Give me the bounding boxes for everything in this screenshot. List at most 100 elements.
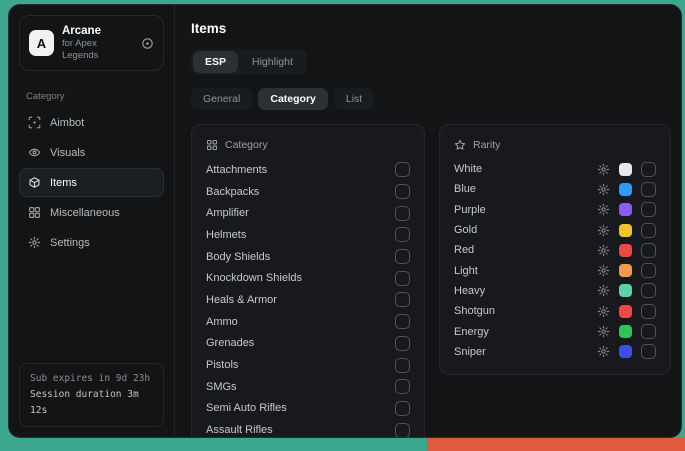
crosshair-icon	[28, 116, 41, 129]
category-checkbox[interactable]	[395, 379, 410, 394]
rarity-row-label: Heavy	[454, 285, 485, 297]
category-checkbox[interactable]	[395, 336, 410, 351]
arcane-window: A Arcane for Apex Legends Category Aimbo…	[8, 4, 682, 438]
rarity-color-swatch[interactable]	[619, 284, 632, 297]
category-checkbox[interactable]	[395, 271, 410, 286]
rarity-color-swatch[interactable]	[619, 244, 632, 257]
sidebar-item-aimbot[interactable]: Aimbot	[19, 108, 164, 137]
grid-dashed-icon	[206, 139, 218, 151]
category-panel: Category Attachments Backpacks Amplifier…	[191, 124, 425, 438]
category-checkbox[interactable]	[395, 358, 410, 373]
rarity-checkbox[interactable]	[641, 223, 656, 238]
circle-dot-icon[interactable]	[141, 37, 154, 50]
main-content: Items ESPHighlight General Category List C…	[175, 5, 682, 437]
mode-highlight-button[interactable]: Highlight	[240, 51, 305, 73]
rarity-settings-gear-icon[interactable]	[597, 183, 610, 196]
star-icon	[454, 139, 466, 151]
category-checkbox[interactable]	[395, 162, 410, 177]
rarity-color-swatch[interactable]	[619, 325, 632, 338]
sidebar-item-items[interactable]: Items	[19, 168, 164, 197]
rarity-rows: White Blue Purple Gold Red	[454, 159, 656, 362]
rarity-color-swatch[interactable]	[619, 163, 632, 176]
category-row-label: Helmets	[206, 229, 246, 241]
rarity-checkbox[interactable]	[641, 182, 656, 197]
rarity-color-swatch[interactable]	[619, 264, 632, 277]
sidebar-item-label: Settings	[50, 237, 90, 249]
rarity-settings-gear-icon[interactable]	[597, 244, 610, 257]
category-checkbox[interactable]	[395, 206, 410, 221]
sidebar-nav: Aimbot Visuals Items Miscellaneous Setti…	[9, 108, 174, 257]
rarity-settings-gear-icon[interactable]	[597, 224, 610, 237]
rarity-settings-gear-icon[interactable]	[597, 325, 610, 338]
category-row-smgs: SMGs	[206, 376, 410, 398]
rarity-row-label: Energy	[454, 326, 489, 338]
rarity-row-heavy: Heavy	[454, 281, 656, 301]
category-row-heals-armor: Heals & Armor	[206, 289, 410, 311]
category-row-ammo: Ammo	[206, 311, 410, 333]
rarity-checkbox[interactable]	[641, 243, 656, 258]
rarity-row-label: White	[454, 163, 482, 175]
rarity-settings-gear-icon[interactable]	[597, 203, 610, 216]
category-row-assault-rifles: Assault Rifles	[206, 419, 410, 438]
mode-esp-button[interactable]: ESP	[193, 51, 238, 73]
eye-icon	[28, 146, 41, 159]
rarity-checkbox[interactable]	[641, 263, 656, 278]
category-checkbox[interactable]	[395, 314, 410, 329]
sidebar-item-label: Items	[50, 177, 77, 189]
rarity-checkbox[interactable]	[641, 304, 656, 319]
sidebar-item-visuals[interactable]: Visuals	[19, 138, 164, 167]
rarity-row-white: White	[454, 159, 656, 179]
rarity-row-gold: Gold	[454, 220, 656, 240]
sub-expiry-text: Sub expires in 9d 23h	[30, 371, 153, 387]
rarity-settings-gear-icon[interactable]	[597, 264, 610, 277]
category-panel-title: Category	[225, 139, 268, 151]
category-checkbox[interactable]	[395, 292, 410, 307]
page-title: Items	[191, 21, 671, 36]
package-icon	[28, 176, 41, 189]
category-row-amplifier: Amplifier	[206, 202, 410, 224]
category-checkbox[interactable]	[395, 227, 410, 242]
sidebar-section-label: Category	[26, 91, 174, 102]
rarity-color-swatch[interactable]	[619, 305, 632, 318]
app-title: Arcane	[62, 24, 133, 38]
category-row-semi-auto-rifles: Semi Auto Rifles	[206, 398, 410, 420]
tabs: General Category List	[191, 88, 671, 110]
rarity-settings-gear-icon[interactable]	[597, 305, 610, 318]
rarity-settings-gear-icon[interactable]	[597, 284, 610, 297]
category-row-label: SMGs	[206, 381, 237, 393]
rarity-settings-gear-icon[interactable]	[597, 163, 610, 176]
rarity-row-purple: Purple	[454, 200, 656, 220]
tab-list[interactable]: List	[334, 88, 374, 110]
category-checkbox[interactable]	[395, 184, 410, 199]
rarity-checkbox[interactable]	[641, 162, 656, 177]
rarity-settings-gear-icon[interactable]	[597, 345, 610, 358]
rarity-row-label: Shotgun	[454, 305, 495, 317]
rarity-color-swatch[interactable]	[619, 203, 632, 216]
category-checkbox[interactable]	[395, 423, 410, 438]
category-row-attachments: Attachments	[206, 159, 410, 181]
rarity-row-energy: Energy	[454, 321, 656, 341]
rarity-checkbox[interactable]	[641, 283, 656, 298]
category-row-label: Assault Rifles	[206, 424, 273, 436]
rarity-checkbox[interactable]	[641, 202, 656, 217]
rarity-row-label: Red	[454, 244, 474, 256]
category-row-backpacks: Backpacks	[206, 181, 410, 203]
rarity-color-swatch[interactable]	[619, 345, 632, 358]
rarity-row-label: Gold	[454, 224, 477, 236]
rarity-checkbox[interactable]	[641, 344, 656, 359]
tab-general[interactable]: General	[191, 88, 252, 110]
rarity-panel-title: Rarity	[473, 139, 500, 151]
rarity-row-shotgun: Shotgun	[454, 301, 656, 321]
app-logo: A	[29, 30, 54, 56]
rarity-color-swatch[interactable]	[619, 224, 632, 237]
sidebar-item-settings[interactable]: Settings	[19, 228, 164, 257]
sidebar-item-miscellaneous[interactable]: Miscellaneous	[19, 198, 164, 227]
category-checkbox[interactable]	[395, 249, 410, 264]
sidebar-item-label: Miscellaneous	[50, 207, 120, 219]
category-row-label: Grenades	[206, 337, 254, 349]
rarity-checkbox[interactable]	[641, 324, 656, 339]
tab-category[interactable]: Category	[258, 88, 328, 110]
rarity-color-swatch[interactable]	[619, 183, 632, 196]
category-rows: Attachments Backpacks Amplifier Helmets …	[206, 159, 410, 438]
category-checkbox[interactable]	[395, 401, 410, 416]
